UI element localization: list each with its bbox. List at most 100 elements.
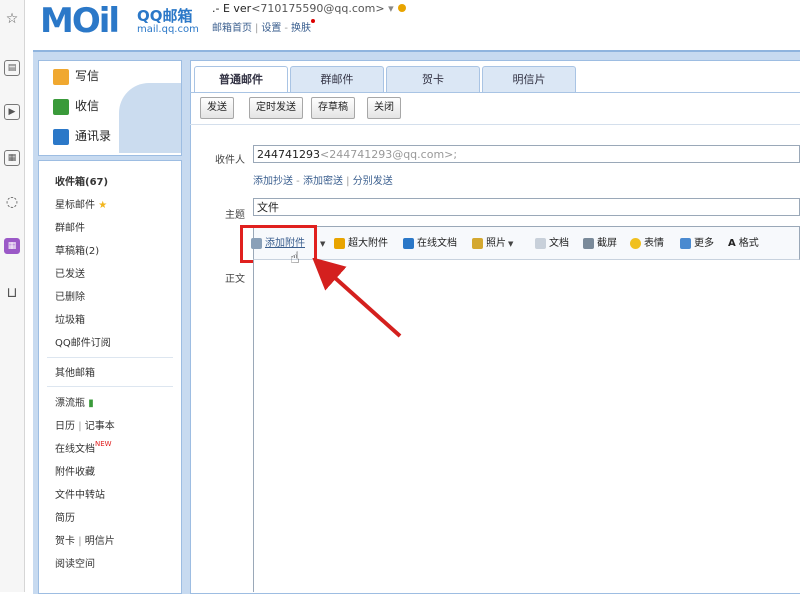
screenshot-button[interactable]: 截屏 — [583, 237, 617, 251]
logo-domain-text: mail.qq.com — [137, 24, 199, 35]
folder-starred-label: 星标邮件 — [55, 200, 95, 211]
tab-greeting-card[interactable]: 贺卡 — [386, 66, 480, 93]
emoji-button[interactable]: 表情 — [630, 237, 664, 251]
large-attachment-label: 超大附件 — [348, 238, 388, 249]
settings-link[interactable]: 设置 — [261, 23, 281, 34]
save-draft-button[interactable]: 存草稿 — [311, 97, 355, 119]
subject-label: 主题 — [225, 210, 245, 221]
app-resume[interactable]: 简历 — [55, 509, 75, 524]
more-label: 更多 — [694, 238, 714, 249]
online-doc-label: 在线文档 — [417, 238, 457, 249]
photo-icon — [472, 237, 483, 249]
document-icon — [535, 237, 546, 249]
large-attachment-button[interactable]: 超大附件 — [334, 237, 388, 251]
contacts-button[interactable]: 通讯录 — [53, 125, 111, 147]
star-icon: ★ — [98, 200, 108, 211]
app-icon-strip: ☆ ▤ ▶ ▦ ◌ ▦ ⊔ — [0, 0, 25, 592]
online-docs-label: 在线文档 — [55, 444, 95, 455]
online-doc-button[interactable]: 在线文档 — [403, 237, 457, 251]
to-label: 收件人 — [215, 155, 245, 166]
account-dropdown-icon[interactable]: ▾ — [388, 2, 394, 15]
recipient-address: <244741293@qq.com>; — [320, 148, 458, 161]
app-online-docs[interactable]: 在线文档NEW — [55, 440, 112, 455]
separate-send-link[interactable]: 分别发送 — [353, 176, 393, 187]
divider — [47, 357, 173, 358]
pencil-icon — [53, 68, 69, 85]
calendar-icon[interactable]: ▦ — [4, 150, 20, 166]
folder-inbox[interactable]: 收件箱(67) — [55, 173, 108, 188]
cc-links: 添加抄送 - 添加密送 | 分别发送 — [253, 176, 393, 187]
add-cc-link[interactable]: 添加抄送 — [253, 176, 293, 187]
apps-icon[interactable]: ▦ — [4, 238, 20, 254]
subject-field[interactable]: 文件 — [253, 198, 800, 216]
check-mail-label: 收信 — [75, 99, 100, 113]
document-button[interactable]: 文档 — [535, 237, 569, 251]
header-links: 邮箱首页 | 设置 - 换肤 — [212, 19, 315, 34]
photo-button[interactable]: 照片 ▼ — [472, 237, 513, 251]
app-attachments[interactable]: 附件收藏 — [55, 463, 95, 478]
app-calendar[interactable]: 日历 | 记事本 — [55, 417, 115, 432]
font-a-icon: A — [728, 238, 736, 249]
chevron-down-icon: ▼ — [508, 240, 514, 248]
chevron-down-icon: ▼ — [320, 240, 326, 248]
folder-starred[interactable]: 星标邮件 ★ — [55, 196, 107, 211]
qq-mail-logo[interactable]: MOil QQ邮箱 mail.qq.com — [40, 2, 200, 42]
scheduled-send-button[interactable]: 定时发送 — [249, 97, 303, 119]
divider — [47, 386, 173, 387]
account-info[interactable]: .- E ver<710175590@qq.com> ▾ — [212, 2, 406, 15]
card-icon[interactable]: ▤ — [4, 60, 20, 76]
inbox-check-button[interactable]: 收信 — [53, 95, 99, 117]
hand-cursor-icon: ☝ — [290, 248, 300, 267]
document-label: 文档 — [549, 238, 569, 249]
send-button[interactable]: 发送 — [200, 97, 234, 119]
format-button[interactable]: A 格式 — [728, 237, 759, 251]
grid-icon — [680, 237, 691, 249]
app-file-transfer[interactable]: 文件中转站 — [55, 486, 105, 501]
cart-icon[interactable]: ⊔ — [3, 284, 21, 302]
more-button[interactable]: 更多 — [680, 237, 714, 251]
compose-label: 写信 — [75, 69, 100, 83]
app-drift-bottle[interactable]: 漂流瓶 ▮ — [55, 394, 94, 409]
tab-normal-mail[interactable]: 普通邮件 — [194, 66, 288, 93]
folder-drafts[interactable]: 草稿箱(2) — [55, 242, 99, 257]
app-reading[interactable]: 阅读空间 — [55, 555, 95, 570]
paperclip-icon — [334, 237, 345, 249]
screenshot-label: 截屏 — [597, 238, 617, 249]
download-icon — [53, 98, 69, 115]
attachment-dropdown[interactable]: ▼ — [318, 237, 325, 251]
postcards-label[interactable]: 明信片 — [85, 536, 115, 547]
home-link[interactable]: 邮箱首页 — [212, 23, 252, 34]
new-badge: NEW — [95, 440, 112, 448]
skin-link[interactable]: 换肤 — [291, 23, 311, 34]
folder-deleted[interactable]: 已删除 — [55, 288, 85, 303]
folder-list: 收件箱(67) 星标邮件 ★ 群邮件 草稿箱(2) 已发送 已删除 垃圾箱 QQ… — [38, 160, 182, 594]
red-arrow-icon — [312, 258, 402, 338]
contacts-icon — [53, 128, 69, 145]
scissors-icon — [583, 237, 594, 249]
folder-subscriptions[interactable]: QQ邮件订阅 — [55, 334, 111, 349]
notification-dot — [310, 19, 315, 23]
app-cards[interactable]: 贺卡 | 明信片 — [55, 532, 115, 547]
highlight-box — [240, 225, 317, 263]
other-mailboxes[interactable]: 其他邮箱 — [55, 364, 95, 379]
toolbar-divider — [190, 124, 800, 125]
folder-spam[interactable]: 垃圾箱 — [55, 311, 85, 326]
calendar-label: 日历 — [55, 421, 75, 432]
folder-sent[interactable]: 已发送 — [55, 265, 85, 280]
add-bcc-link[interactable]: 添加密送 — [303, 176, 343, 187]
folder-group[interactable]: 群邮件 — [55, 219, 85, 234]
coin-icon[interactable] — [397, 4, 406, 12]
notes-label[interactable]: 记事本 — [85, 421, 115, 432]
tab-postcard[interactable]: 明信片 — [482, 66, 576, 93]
close-button[interactable]: 关闭 — [367, 97, 401, 119]
star-icon[interactable]: ☆ — [3, 10, 21, 28]
tab-group-mail[interactable]: 群邮件 — [290, 66, 384, 93]
logo-text: MOil — [40, 1, 120, 41]
play-icon[interactable]: ▶ — [4, 104, 20, 120]
emoji-label: 表情 — [644, 238, 664, 249]
to-field[interactable]: 244741293<244741293@qq.com>; — [253, 145, 800, 163]
smiley-icon — [630, 237, 641, 249]
sidebar-actions: 写信 收信 通讯录 — [38, 60, 182, 156]
compose-button[interactable]: 写信 — [53, 65, 99, 87]
chat-icon[interactable]: ◌ — [3, 193, 21, 211]
